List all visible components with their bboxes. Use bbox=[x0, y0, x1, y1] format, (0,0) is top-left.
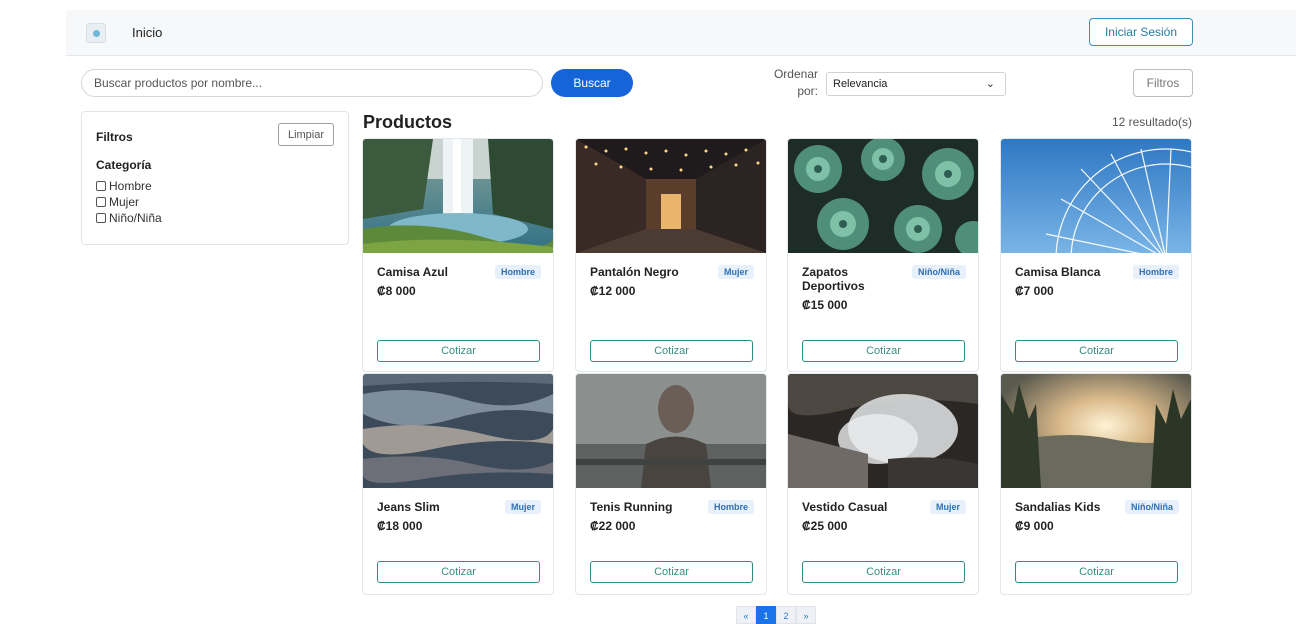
filters-sidebar: Filtros Limpiar Categoría Hombre Mujer N… bbox=[81, 111, 349, 245]
quote-button[interactable]: Cotizar bbox=[802, 561, 965, 583]
login-button[interactable]: Iniciar Sesión bbox=[1089, 18, 1193, 46]
product-price: ₡25 000 bbox=[802, 519, 848, 533]
product-name: Zapatos Deportivos bbox=[802, 265, 865, 293]
succulents-image bbox=[788, 139, 978, 253]
product-card: Zapatos Deportivos Niño/Niña ₡15 000 Cot… bbox=[787, 138, 979, 372]
sort-label: Ordenar por: bbox=[773, 67, 818, 98]
checkbox-nino-nina[interactable] bbox=[96, 213, 106, 223]
top-navbar: Inicio Iniciar Sesión bbox=[66, 10, 1296, 56]
sort-selected-value: Relevancia bbox=[833, 78, 888, 90]
product-price: ₡18 000 bbox=[377, 519, 423, 533]
product-name: Sandalias Kids bbox=[1015, 500, 1101, 514]
pagination-next[interactable]: » bbox=[796, 606, 816, 624]
product-price: ₡7 000 bbox=[1015, 284, 1054, 298]
waterfall-image bbox=[363, 139, 553, 253]
category-badge: Niño/Niña bbox=[912, 265, 966, 279]
product-price: ₡22 000 bbox=[590, 519, 636, 533]
quote-button[interactable]: Cotizar bbox=[802, 340, 965, 362]
product-price: ₡8 000 bbox=[377, 284, 416, 298]
product-name: Tenis Running bbox=[590, 500, 673, 514]
product-price: ₡12 000 bbox=[590, 284, 636, 298]
quote-button[interactable]: Cotizar bbox=[377, 340, 540, 362]
clear-filters-button[interactable]: Limpiar bbox=[278, 123, 334, 146]
category-badge: Mujer bbox=[717, 265, 754, 279]
chevron-down-icon: ⌄ bbox=[985, 78, 995, 90]
portrait-window-image bbox=[576, 374, 766, 488]
category-item-hombre[interactable]: Hombre bbox=[96, 178, 162, 194]
category-badge: Niño/Niña bbox=[1125, 500, 1179, 514]
pagination-page-2[interactable]: 2 bbox=[776, 606, 796, 624]
misty-waterfall-image bbox=[788, 374, 978, 488]
ferris-wheel-image bbox=[1001, 139, 1191, 253]
quote-button[interactable]: Cotizar bbox=[1015, 340, 1178, 362]
logo-dot bbox=[93, 30, 100, 37]
product-name: Vestido Casual bbox=[802, 500, 888, 514]
category-badge: Hombre bbox=[494, 265, 541, 279]
product-card: Sandalias Kids Niño/Niña ₡9 000 Cotizar bbox=[1000, 373, 1192, 595]
product-card: Camisa Azul Hombre ₡8 000 Cotizar bbox=[362, 138, 554, 372]
quote-button[interactable]: Cotizar bbox=[590, 561, 753, 583]
category-badge: Mujer bbox=[929, 500, 966, 514]
category-list: Hombre Mujer Niño/Niña bbox=[96, 178, 162, 226]
pagination-prev[interactable]: « bbox=[736, 606, 756, 624]
quote-button[interactable]: Cotizar bbox=[377, 561, 540, 583]
category-badge: Hombre bbox=[1132, 265, 1179, 279]
category-badge: Hombre bbox=[707, 500, 754, 514]
product-price: ₡15 000 bbox=[802, 298, 848, 312]
product-price: ₡9 000 bbox=[1015, 519, 1054, 533]
pagination-page-1[interactable]: 1 bbox=[756, 606, 776, 624]
checkbox-mujer[interactable] bbox=[96, 197, 106, 207]
product-card: Pantalón Negro Mujer ₡12 000 Cotizar bbox=[575, 138, 767, 372]
street-lights-image bbox=[576, 139, 766, 253]
logo-icon[interactable] bbox=[86, 23, 106, 43]
product-name: Pantalón Negro bbox=[590, 265, 679, 279]
category-item-mujer[interactable]: Mujer bbox=[96, 194, 162, 210]
water-surface-image bbox=[363, 374, 553, 488]
product-card: Tenis Running Hombre ₡22 000 Cotizar bbox=[575, 373, 767, 595]
filters-title: Filtros bbox=[96, 130, 133, 144]
product-name: Jeans Slim bbox=[377, 500, 440, 514]
products-heading: Productos bbox=[363, 112, 453, 132]
nav-home-link[interactable]: Inicio bbox=[132, 25, 162, 40]
filters-button[interactable]: Filtros bbox=[1133, 69, 1193, 97]
category-badge: Mujer bbox=[504, 500, 541, 514]
results-count: 12 resultado(s) bbox=[1111, 115, 1192, 129]
forest-sunset-image bbox=[1001, 374, 1191, 488]
product-name: Camisa Azul bbox=[377, 265, 448, 279]
product-card: Vestido Casual Mujer ₡25 000 Cotizar bbox=[787, 373, 979, 595]
category-item-nino-nina[interactable]: Niño/Niña bbox=[96, 210, 162, 226]
sort-select[interactable]: Relevancia ⌄ bbox=[826, 72, 1006, 96]
quote-button[interactable]: Cotizar bbox=[590, 340, 753, 362]
quote-button[interactable]: Cotizar bbox=[1015, 561, 1178, 583]
category-label: Hombre bbox=[109, 179, 152, 193]
category-title: Categoría bbox=[96, 158, 152, 172]
category-label: Mujer bbox=[109, 195, 140, 209]
pagination: « 1 2 » bbox=[736, 606, 816, 624]
checkbox-hombre[interactable] bbox=[96, 181, 106, 191]
product-name: Camisa Blanca bbox=[1015, 265, 1101, 279]
product-card: Jeans Slim Mujer ₡18 000 Cotizar bbox=[362, 373, 554, 595]
category-label: Niño/Niña bbox=[109, 211, 162, 225]
search-input[interactable] bbox=[81, 69, 543, 97]
search-button[interactable]: Buscar bbox=[551, 69, 633, 97]
product-card: Camisa Blanca Hombre ₡7 000 Cotizar bbox=[1000, 138, 1192, 372]
